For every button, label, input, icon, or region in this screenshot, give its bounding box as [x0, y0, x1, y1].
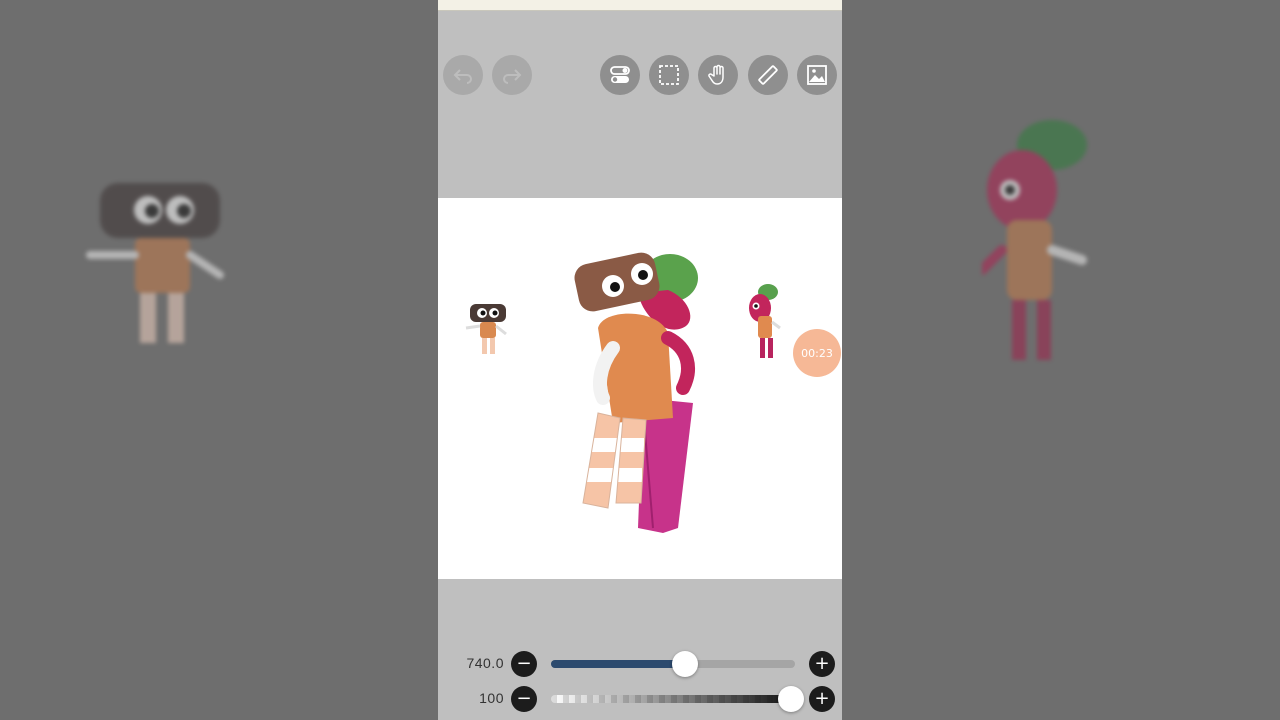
opacity-value: 100	[479, 690, 504, 706]
toggle-icon	[610, 66, 630, 83]
drawing-app: 00:23 740.0 − + 100 − +	[438, 0, 842, 720]
opacity-thumb[interactable]	[778, 686, 804, 712]
opacity-slider-row: 100 − +	[438, 684, 842, 714]
ruler-button[interactable]	[748, 55, 788, 95]
background-blur-right: 00:23	[842, 0, 1280, 720]
ruler-icon	[758, 65, 778, 85]
image-icon	[807, 65, 827, 85]
selection-icon	[659, 65, 679, 85]
brush-size-value: 740.0	[466, 655, 504, 671]
redo-icon	[503, 69, 522, 84]
layer-toggle-button[interactable]	[600, 55, 640, 95]
brush-size-decrease-button[interactable]: −	[511, 651, 537, 677]
opacity-decrease-button[interactable]: −	[511, 686, 537, 712]
status-strip	[438, 0, 842, 11]
background-blur-left	[0, 0, 438, 720]
redo-button[interactable]	[492, 55, 532, 95]
brush-size-increase-button[interactable]: +	[809, 651, 835, 677]
undo-button[interactable]	[443, 55, 483, 95]
recording-timer: 00:23	[793, 329, 841, 377]
hand-tool-button[interactable]	[698, 55, 738, 95]
drawing-canvas[interactable]	[438, 198, 842, 579]
image-button[interactable]	[797, 55, 837, 95]
opacity-increase-button[interactable]: +	[809, 686, 835, 712]
brush-size-thumb[interactable]	[672, 651, 699, 677]
canvas-artwork	[465, 252, 781, 533]
brush-size-fill	[551, 660, 686, 668]
main-characters	[574, 252, 698, 533]
small-character-right	[749, 284, 781, 358]
selection-button[interactable]	[649, 55, 689, 95]
undo-icon	[453, 69, 472, 84]
background-character-right	[982, 120, 1087, 360]
brush-size-slider-row: 740.0 − +	[438, 649, 842, 679]
background-character-left	[86, 183, 224, 343]
opacity-gradient	[551, 695, 795, 703]
hand-icon	[708, 64, 724, 85]
small-character-left	[465, 304, 507, 354]
